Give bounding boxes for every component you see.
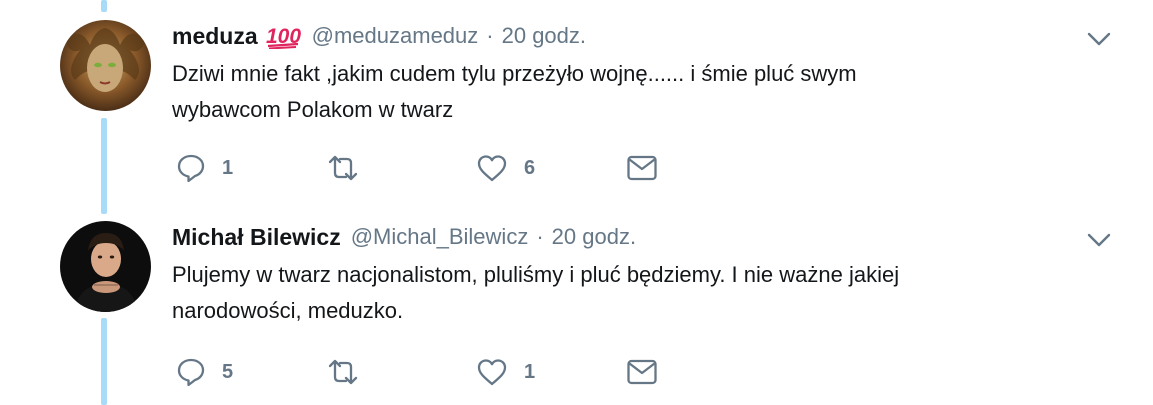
tweet-actions: 1 6 [176, 151, 776, 185]
chevron-down-icon[interactable] [1086, 230, 1112, 250]
tweet-text: Plujemy w twarz nacjonalistom, pluliśmy … [172, 257, 1072, 329]
retweet-button[interactable] [326, 355, 376, 389]
direct-message-button[interactable] [626, 151, 658, 185]
retweet-button[interactable] [326, 151, 376, 185]
direct-message-button[interactable] [626, 355, 658, 389]
tweet-text-line: narodowości, meduzko. [172, 298, 404, 323]
reply-icon [177, 154, 205, 183]
handle[interactable]: @Michal_Bilewicz [351, 224, 529, 250]
handle[interactable]: @meduzameduz [312, 23, 479, 49]
chevron-down-icon[interactable] [1086, 29, 1112, 49]
tweet-header: Michał Bilewicz @Michal_Bilewicz · 20 go… [172, 221, 636, 253]
retweet-icon [328, 359, 358, 385]
avatar[interactable] [60, 221, 151, 312]
separator-dot: · [536, 224, 544, 249]
like-button[interactable]: 1 [476, 355, 535, 389]
timestamp[interactable]: 20 godz. [502, 23, 586, 49]
tweet[interactable]: Michał Bilewicz @Michal_Bilewicz · 20 go… [0, 221, 1153, 405]
separator-dot: · [486, 23, 494, 48]
like-button[interactable]: 6 [476, 151, 535, 185]
tweet-header: meduza 100 @meduzameduz · 20 godz. [172, 20, 586, 52]
like-count: 6 [524, 156, 536, 179]
reply-icon [177, 358, 205, 387]
like-count: 1 [524, 360, 536, 383]
direct-message-icon [627, 359, 657, 385]
like-icon [477, 155, 507, 182]
display-name[interactable]: meduza [172, 23, 258, 50]
tweet-text-line: Dziwi mnie fakt ,jakim cudem tylu przeży… [172, 61, 857, 86]
tweet[interactable]: meduza 100 @meduzameduz · 20 godz. Dziwi… [0, 20, 1153, 200]
tweet-text-line: wybawcom Polakom w twarz [172, 97, 454, 122]
retweet-icon [328, 155, 358, 181]
direct-message-icon [627, 155, 657, 181]
tweet-actions: 5 1 [176, 355, 776, 389]
reply-count: 1 [222, 156, 234, 179]
thread-line [101, 0, 107, 12]
like-icon [477, 359, 507, 386]
reply-button[interactable]: 5 [176, 355, 233, 389]
tweet-text: Dziwi mnie fakt ,jakim cudem tylu przeży… [172, 56, 1072, 128]
100-emoji: 100 [266, 23, 302, 49]
display-name[interactable]: Michał Bilewicz [172, 224, 341, 251]
timestamp[interactable]: 20 godz. [552, 224, 636, 250]
reply-count: 5 [222, 360, 234, 383]
avatar[interactable] [60, 20, 151, 111]
reply-button[interactable]: 1 [176, 151, 233, 185]
tweet-text-line: Plujemy w twarz nacjonalistom, pluliśmy … [172, 262, 900, 287]
